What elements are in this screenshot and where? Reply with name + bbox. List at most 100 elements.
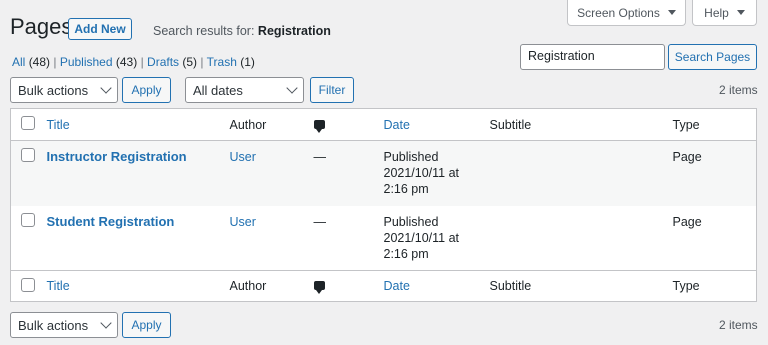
view-published-label: Published: [59, 55, 113, 69]
view-published-count: (43): [115, 55, 138, 69]
items-count: 2 items: [719, 83, 758, 97]
search-input[interactable]: Registration: [520, 44, 665, 70]
caret-down-icon: [667, 10, 676, 15]
row-title-cell: Instructor Registration: [47, 141, 230, 206]
chevron-down-icon: [286, 82, 298, 94]
table-header: Title Author Date Subtitle Type: [10, 109, 757, 141]
column-subtitle-header: Subtitle: [490, 109, 673, 141]
help-button[interactable]: Help: [692, 0, 757, 26]
table-row: Student Registration User — Published 20…: [11, 206, 757, 271]
row-comments-value: —: [313, 214, 327, 229]
items-count-bottom: 2 items: [719, 318, 758, 332]
screen-options-label: Screen Options: [577, 5, 660, 20]
row-title-link[interactable]: Instructor Registration: [47, 149, 187, 164]
column-subtitle-footer: Subtitle: [490, 271, 673, 302]
row-title-link[interactable]: Student Registration: [47, 214, 175, 229]
column-author-label: Author: [229, 279, 267, 293]
apply-button[interactable]: Apply: [122, 77, 171, 103]
column-author-footer: Author: [230, 271, 314, 302]
bulk-actions-value: Bulk actions: [18, 82, 89, 98]
help-label: Help: [704, 5, 729, 20]
column-type-footer: Type: [673, 271, 757, 302]
view-drafts[interactable]: Drafts (5): [147, 55, 197, 69]
column-type-header: Type: [673, 109, 757, 141]
comment-bubble-icon: [313, 119, 325, 133]
column-subtitle-label: Subtitle: [489, 117, 532, 132]
view-all-count: (48): [28, 55, 51, 69]
column-date-footer[interactable]: Date: [384, 271, 490, 302]
apply-button-bottom[interactable]: Apply: [122, 312, 171, 338]
row-author-link[interactable]: User: [230, 150, 256, 164]
view-all[interactable]: All (48): [12, 55, 50, 69]
select-all-cell: [11, 109, 47, 141]
view-filters: All (48) | Published (43) | Drafts (5) |…: [12, 55, 255, 69]
column-comments-header[interactable]: [313, 109, 384, 141]
screen-options-button[interactable]: Screen Options: [567, 0, 686, 26]
row-type-cell: Page: [672, 150, 702, 164]
row-author-cell: User: [230, 206, 314, 271]
view-trash[interactable]: Trash (1): [207, 55, 255, 69]
row-comments-cell: —: [314, 206, 384, 271]
select-all-checkbox[interactable]: [21, 277, 35, 292]
view-published[interactable]: Published (43): [60, 55, 137, 69]
column-title-label: Title: [46, 117, 70, 132]
date-filter-select[interactable]: All dates: [185, 77, 304, 103]
search-pages-button[interactable]: Search Pages: [668, 44, 757, 70]
column-comments-footer[interactable]: [313, 271, 384, 302]
view-drafts-label: Drafts: [147, 55, 180, 69]
pages-table: Title Author Date Subtitle Type Instruct…: [10, 108, 757, 302]
column-author-header: Author: [230, 109, 314, 141]
select-all-cell: [11, 271, 47, 302]
comment-bubble-icon: [313, 281, 325, 294]
column-title-label: Title: [46, 279, 70, 293]
view-trash-count: (1): [240, 55, 255, 69]
row-date-cell: Published 2021/10/11 at 2:16 pm: [384, 206, 490, 271]
page-title: Pages: [10, 14, 73, 39]
bulk-actions-select[interactable]: Bulk actions: [10, 77, 118, 103]
search-results-prefix: Search results for:: [153, 24, 255, 38]
column-date-header[interactable]: Date: [384, 109, 490, 141]
column-title-footer[interactable]: Title: [47, 271, 230, 302]
row-checkbox-cell: [11, 141, 47, 206]
row-type-cell: Page: [672, 214, 702, 229]
row-date-status: Published: [383, 214, 439, 229]
row-comments-cell: —: [314, 141, 384, 206]
caret-down-icon: [736, 10, 745, 15]
date-filter-value: All dates: [193, 82, 243, 98]
row-subtitle-cell: [490, 206, 673, 271]
row-comments-value: —: [313, 150, 327, 164]
search-results-label: Search results for: Registration: [153, 24, 331, 38]
table-footer: Title Author Date Subtitle Type: [10, 270, 757, 302]
add-new-button[interactable]: Add New: [68, 18, 132, 40]
select-all-checkbox[interactable]: [21, 116, 35, 130]
bulk-actions-select-bottom[interactable]: Bulk actions: [10, 312, 118, 338]
column-date-label: Date: [383, 117, 410, 132]
search-input-value: Registration: [528, 49, 595, 63]
column-type-label: Type: [672, 117, 700, 132]
row-checkbox[interactable]: [21, 148, 35, 162]
table-row: Instructor Registration User — Published…: [10, 140, 757, 206]
row-checkbox-cell: [11, 206, 47, 271]
chevron-down-icon: [100, 82, 112, 94]
row-date-status: Published: [383, 150, 439, 164]
view-drafts-count: (5): [182, 55, 198, 69]
row-date-line2: 2:16 pm: [383, 182, 429, 196]
search-results-query: Registration: [257, 24, 331, 38]
row-date-line1: 2021/10/11 at: [383, 230, 460, 245]
view-trash-label: Trash: [206, 55, 237, 69]
row-date-cell: Published 2021/10/11 at 2:16 pm: [384, 141, 490, 206]
row-title-cell: Student Registration: [47, 206, 230, 271]
column-type-label: Type: [672, 279, 700, 293]
filter-button[interactable]: Filter: [310, 77, 354, 103]
row-date-line1: 2021/10/11 at: [383, 166, 460, 180]
column-date-label: Date: [383, 279, 410, 293]
view-all-label: All: [12, 55, 26, 69]
row-author-cell: User: [230, 141, 314, 206]
row-subtitle-cell: [490, 141, 673, 206]
row-date-line2: 2:16 pm: [383, 246, 429, 261]
column-title-header[interactable]: Title: [47, 109, 230, 141]
column-author-label: Author: [229, 117, 267, 132]
row-author-link[interactable]: User: [230, 215, 256, 229]
chevron-down-icon: [100, 317, 112, 329]
row-checkbox[interactable]: [21, 212, 35, 227]
